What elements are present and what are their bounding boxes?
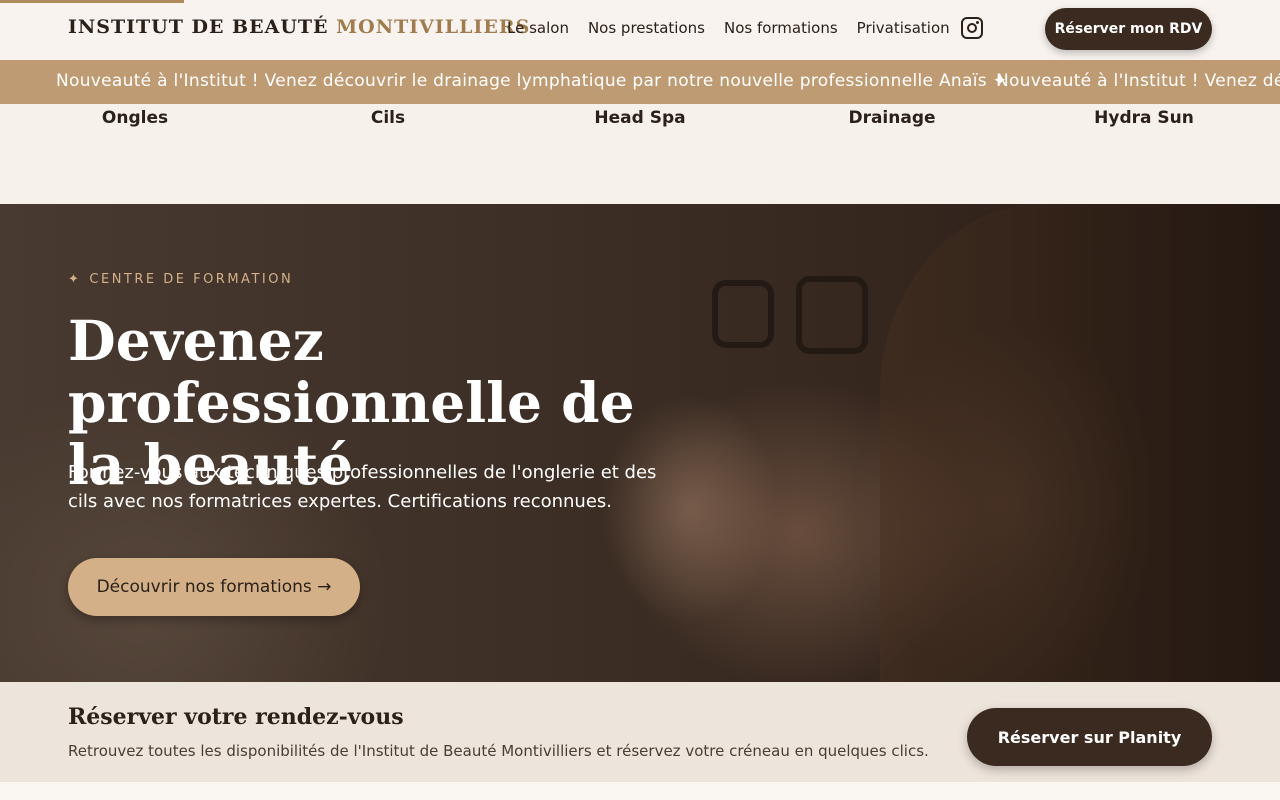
logo-text-primary: INSTITUT DE BEAUTÉ <box>68 16 329 38</box>
announcement-marquee: Nouveauté à l'Institut ! Venez découvrir… <box>0 60 1280 104</box>
scroll-progress-bar <box>0 0 184 3</box>
book-appointment-button[interactable]: Réserver mon RDV <box>1045 8 1212 50</box>
training-hero: ✦ CENTRE DE FORMATION Devenez professionn… <box>0 204 1280 682</box>
nav-link-formations[interactable]: Nos formations <box>724 19 838 37</box>
category-cils[interactable]: Cils <box>371 108 405 128</box>
book-on-planity-button[interactable]: Réserver sur Planity <box>967 708 1212 766</box>
hero-subtitle: Formez-vous aux techniques professionnel… <box>68 462 657 512</box>
category-head-spa[interactable]: Head Spa <box>594 108 685 128</box>
instagram-icon[interactable] <box>961 17 983 39</box>
marquee-text: Nouveauté à l'Institut ! Venez découvrir… <box>56 71 1008 91</box>
category-ongles[interactable]: Ongles <box>102 108 168 128</box>
site-header: INSTITUT DE BEAUTÉ MONTIVILLIERS Le salo… <box>0 0 1280 60</box>
logo-text-accent: MONTIVILLIERS <box>336 16 531 38</box>
hero-eyebrow: ✦ CENTRE DE FORMATION <box>68 272 293 287</box>
hero-eyebrow-text: CENTRE DE FORMATION <box>89 272 294 287</box>
discover-trainings-button[interactable]: Découvrir nos formations → <box>68 558 360 616</box>
sparkle-icon: ✦ <box>68 272 82 287</box>
category-hydra-sun[interactable]: Hydra Sun <box>1094 108 1194 128</box>
hero-photo-hair <box>880 204 1280 682</box>
booking-band: Réserver votre rendez-vous Retrouvez tou… <box>0 682 1280 782</box>
nav-link-privatisation[interactable]: Privatisation <box>857 19 950 37</box>
hero-photo-glasses <box>712 280 774 348</box>
category-drainage[interactable]: Drainage <box>848 108 935 128</box>
nav-link-salon[interactable]: Le salon <box>507 19 569 37</box>
booking-title: Réserver votre rendez-vous <box>68 704 404 730</box>
booking-subtitle: Retrouvez toutes les disponibilités de l… <box>68 742 929 760</box>
page-bottom-strip <box>0 782 1280 800</box>
main-nav: Le salon Nos prestations Nos formations … <box>507 19 969 37</box>
service-categories: Ongles Cils Head Spa Drainage Hydra Sun <box>0 104 1280 204</box>
marquee-text-repeat: Nouveauté à l'Institut ! Venez décou <box>996 71 1280 91</box>
hero-photo-glasses <box>796 276 868 354</box>
nav-link-prestations[interactable]: Nos prestations <box>588 19 705 37</box>
site-logo[interactable]: INSTITUT DE BEAUTÉ MONTIVILLIERS <box>68 16 530 38</box>
